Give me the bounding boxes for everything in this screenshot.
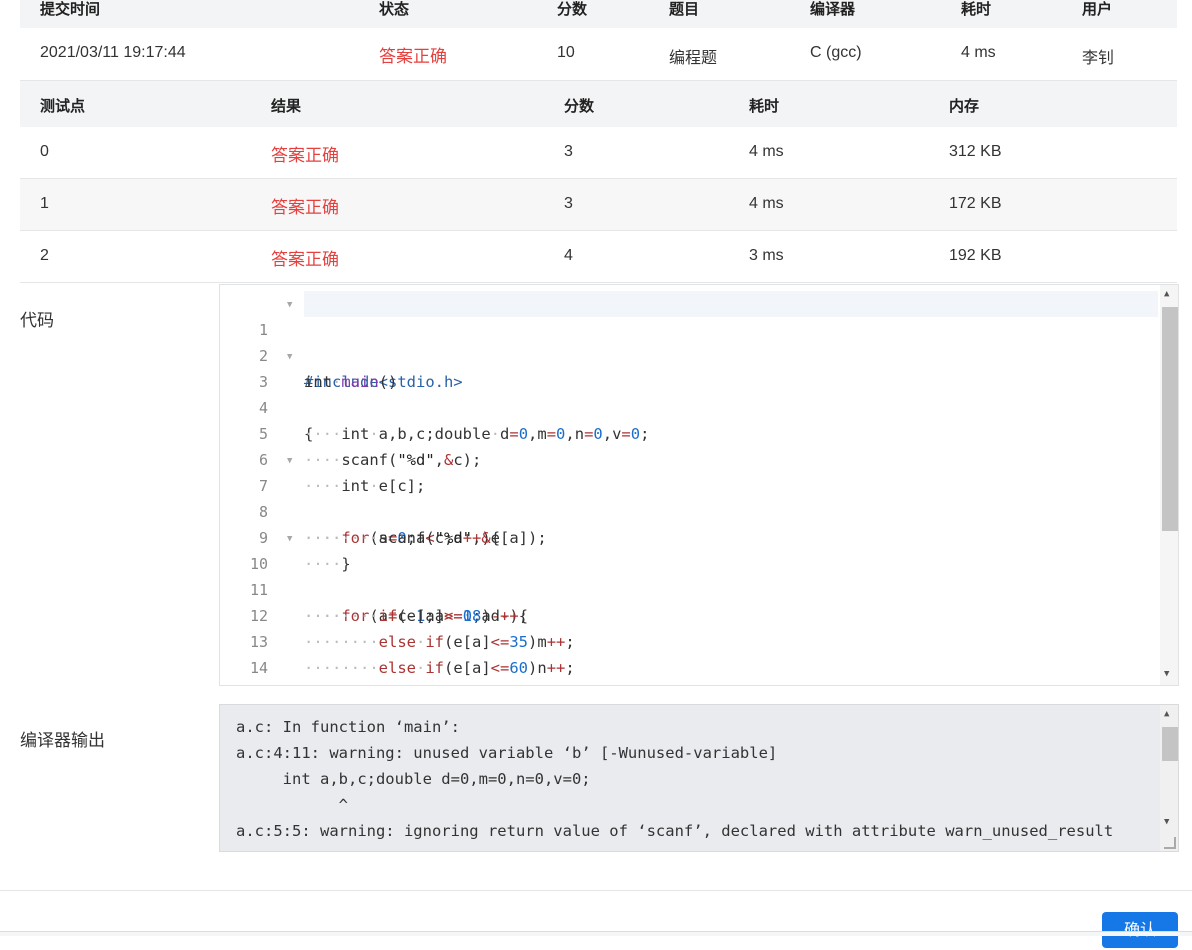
- header-test-case: 测试点: [40, 98, 86, 115]
- bottom-strip: [0, 931, 1192, 936]
- header-compiler: 编译器: [810, 1, 856, 18]
- status-text: 答案正确: [379, 47, 447, 66]
- header-status: 状态: [379, 1, 410, 18]
- test-id: 2: [40, 247, 49, 264]
- output-line: a.c:4:11: warning: unused variable ‘b’ […: [236, 744, 778, 762]
- problem-link[interactable]: 编程题: [669, 44, 717, 68]
- test-memory: 312 KB: [949, 143, 1002, 160]
- test-id: 0: [40, 143, 49, 160]
- code-line: 14 ········else·v++;: [220, 629, 1160, 677]
- compiler-output-textarea[interactable]: a.c: In function ‘main’: a.c:4:11: warni…: [219, 704, 1179, 852]
- editor-scrollbar[interactable]: ▲ ▼: [1160, 285, 1178, 685]
- test-memory: 172 KB: [949, 195, 1002, 212]
- score-value: 10: [557, 44, 575, 61]
- code-line: 2 int·main(): [220, 317, 1160, 391]
- fold-arrow-icon[interactable]: ▼: [287, 526, 292, 552]
- scrollbar-thumb[interactable]: [1162, 727, 1178, 761]
- header-test-score: 分数: [564, 98, 595, 115]
- header-duration: 耗时: [961, 1, 992, 18]
- code-line: 8 ········scanf("%d",&e[a]);: [220, 473, 1160, 547]
- test-score: 3: [564, 195, 573, 212]
- user-link[interactable]: 李钊: [1082, 44, 1114, 68]
- test-time: 4 ms: [749, 143, 784, 160]
- header-test-time: 耗时: [749, 98, 780, 115]
- code-line: 6 ····int·e[c];: [220, 421, 1160, 495]
- output-line: ^: [236, 796, 348, 814]
- code-line: 4 ····int·a,b,c;double·d=0,m=0,n=0,v=0;: [220, 369, 1160, 443]
- test-time: 4 ms: [749, 195, 784, 212]
- fold-arrow-icon[interactable]: ▼: [287, 344, 292, 370]
- code-line: 5 ····scanf("%d",&c);: [220, 395, 1160, 469]
- output-scrollbar[interactable]: ▲ ▼: [1160, 705, 1178, 851]
- test-result: 答案正确: [271, 250, 339, 269]
- code-line: 10 ▼ ····for(a=c-1;a>=0;a--){: [220, 525, 1160, 625]
- table-row: 2 答案正确 4 3 ms 192 KB: [20, 231, 1177, 283]
- code-line: 9 ····}: [220, 499, 1160, 573]
- code-editor[interactable]: 1 ▼ #include<stdio.h> 2 int·main() 3 ▼ {…: [219, 284, 1179, 686]
- footer-divider: [0, 890, 1192, 891]
- scroll-down-arrow-icon[interactable]: ▼: [1164, 669, 1169, 679]
- table-row: 1 答案正确 3 4 ms 172 KB: [20, 179, 1177, 231]
- test-result: 答案正确: [271, 198, 339, 217]
- code-line: 13 ········else·if(e[a]<=60)n++;: [220, 603, 1160, 677]
- code-line: 3 ▼ {: [220, 343, 1160, 443]
- submission-row: 2021/03/11 19:17:44 答案正确 10 编程题 C (gcc) …: [20, 28, 1177, 81]
- duration-value: 4 ms: [961, 44, 996, 61]
- fold-arrow-icon[interactable]: ▼: [287, 292, 292, 318]
- compiler-value: C (gcc): [810, 44, 862, 61]
- code-line: 11 ········if(e[a]<=18)d++;: [220, 551, 1160, 625]
- code-label: 代码: [20, 311, 54, 330]
- code-line: 12 ········else·if(e[a]<=35)m++;: [220, 577, 1160, 651]
- submit-time: 2021/03/11 19:17:44: [40, 44, 186, 61]
- test-score: 3: [564, 143, 573, 160]
- output-line: a.c:5:5: warning: ignoring return value …: [236, 822, 1114, 840]
- header-user: 用户: [1082, 1, 1113, 18]
- table-row: 0 答案正确 3 4 ms 312 KB: [20, 127, 1177, 179]
- submission-header-row: 提交时间 状态 分数 题目 编译器 耗时 用户: [20, 0, 1177, 28]
- test-header-row: 测试点 结果 分数 耗时 内存: [20, 81, 1177, 127]
- test-results-table: 测试点 结果 分数 耗时 内存 0 答案正确 3 4 ms 312 KB 1 答…: [20, 81, 1177, 283]
- test-result: 答案正确: [271, 146, 339, 165]
- code-line: 15 ····}: [220, 655, 1160, 681]
- resize-handle-icon[interactable]: [1164, 837, 1176, 849]
- header-problem: 题目: [669, 1, 700, 18]
- compiler-output-label: 编译器输出: [20, 731, 105, 750]
- scroll-down-arrow-icon[interactable]: ▼: [1164, 817, 1169, 827]
- line-number: 15: [220, 681, 268, 685]
- header-submit-time: 提交时间: [40, 1, 101, 18]
- output-line: a.c: In function ‘main’:: [236, 718, 460, 736]
- test-id: 1: [40, 195, 49, 212]
- header-result: 结果: [271, 98, 302, 115]
- fold-arrow-icon[interactable]: ▼: [287, 448, 292, 474]
- header-memory: 内存: [949, 98, 980, 115]
- header-score: 分数: [557, 1, 588, 18]
- output-line: int a,b,c;double d=0,m=0,n=0,v=0;: [236, 770, 591, 788]
- code-line: 7 ▼ ····for(a=0;a<c;a++){: [220, 447, 1160, 547]
- scrollbar-thumb[interactable]: [1162, 307, 1178, 531]
- test-memory: 192 KB: [949, 247, 1002, 264]
- test-score: 4: [564, 247, 573, 264]
- confirm-button[interactable]: 确认: [1102, 912, 1178, 948]
- code-line: 1 ▼ #include<stdio.h>: [220, 291, 1160, 391]
- scroll-up-arrow-icon[interactable]: ▲: [1164, 709, 1169, 719]
- submission-table: 提交时间 状态 分数 题目 编译器 耗时 用户 2021/03/11 19:17…: [20, 0, 1177, 81]
- scroll-up-arrow-icon[interactable]: ▲: [1164, 289, 1169, 299]
- test-time: 3 ms: [749, 247, 784, 264]
